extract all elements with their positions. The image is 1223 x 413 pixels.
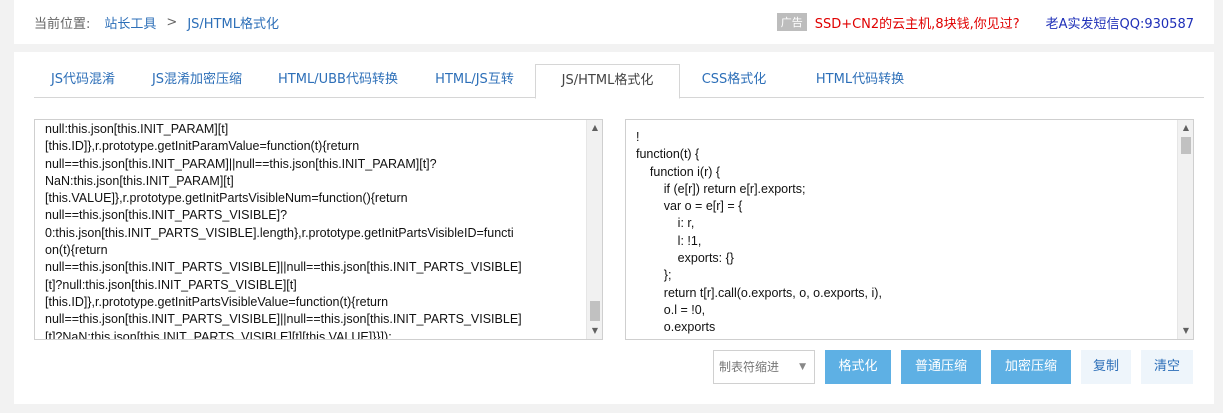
tab-js-html-format[interactable]: JS/HTML格式化	[535, 64, 680, 99]
code-line: o.l = !0,	[636, 302, 706, 317]
scroll-down-arrow-icon[interactable]: ▼	[1178, 323, 1193, 339]
code-line: null==this.json[this.INIT_PARAM]||null==…	[45, 156, 437, 171]
code-line: function(t) {	[636, 147, 700, 162]
ad-badge: 广告	[776, 13, 807, 31]
breadcrumb-label: 当前位置:	[34, 16, 91, 32]
format-button[interactable]: 格式化	[825, 350, 891, 384]
code-line: exports: {}	[636, 251, 734, 266]
code-line: 0:this.json[this.INIT_PARTS_VISIBLE].len…	[45, 225, 514, 240]
breadcrumb-home-link[interactable]: 站长工具	[104, 13, 156, 32]
code-line: !	[636, 130, 640, 144]
code-line: [this.ID]},r.prototype.getInitParamValue…	[45, 139, 360, 154]
qq-contact-link[interactable]: 老A实发短信QQ:930587	[1046, 13, 1194, 32]
code-line: }	[636, 337, 1175, 339]
code-line: null:this.json[this.INIT_PARAM][t]	[45, 122, 229, 136]
input-code-editor[interactable]: null:this.json[this.INIT_PARAM][t] [this.…	[34, 119, 603, 340]
ad-link[interactable]: SSD+CN2的云主机,8块钱,你见过?	[815, 13, 1020, 32]
output-code-editor[interactable]: ! function(t) { function i(r) { if (e[r])…	[625, 119, 1194, 340]
input-scrollbar[interactable]: ▲ ▼	[586, 120, 602, 339]
code-line: [this.ID]},r.prototype.getInitPartsVisib…	[45, 294, 389, 309]
code-line: function i(r) {	[636, 164, 721, 179]
code-line: };	[636, 268, 672, 283]
code-line: null==this.json[this.INIT_PARTS_VISIBLE]…	[45, 260, 522, 275]
scroll-up-arrow-icon[interactable]: ▲	[587, 120, 602, 136]
clear-button[interactable]: 清空	[1141, 350, 1193, 384]
tool-panel: JS代码混淆 JS混淆加密压缩 HTML/UBB代码转换 HTML/JS互转 J…	[14, 52, 1214, 404]
input-scroll-thumb[interactable]	[590, 301, 600, 321]
ad-area: 广告 SSD+CN2的云主机,8块钱,你见过? 老A实发短信QQ:930587	[776, 0, 1194, 44]
code-line: NaN:this.json[this.INIT_PARAM][t]	[45, 173, 234, 188]
indent-style-value: 制表符缩进	[719, 360, 780, 374]
code-line: null==this.json[this.INIT_PARTS_VISIBLE]…	[45, 312, 522, 327]
code-line: var o = e[r] = {	[636, 199, 743, 214]
code-line: [t]?NaN:this.json[this.INIT_PARTS_VISIBL…	[45, 329, 392, 340]
code-line: return t[r].call(o.exports, o, o.exports…	[636, 285, 882, 300]
input-code-text[interactable]: null:this.json[this.INIT_PARAM][t] [this.…	[45, 121, 584, 340]
tab-js-obfuscate[interactable]: JS代码混淆	[34, 64, 132, 98]
code-line: null==this.json[this.INIT_PARTS_VISIBLE]…	[45, 208, 288, 223]
indent-style-select[interactable]: 制表符缩进 ▼	[713, 350, 815, 384]
code-line: if (e[r]) return e[r].exports;	[636, 181, 806, 196]
scroll-down-arrow-icon[interactable]: ▼	[587, 323, 602, 339]
tab-html-ubb-convert[interactable]: HTML/UBB代码转换	[262, 64, 414, 98]
code-line: i: r,	[636, 216, 695, 231]
code-line: [t]?null:this.json[this.INIT_PARTS_VISIB…	[45, 277, 297, 292]
scroll-up-arrow-icon[interactable]: ▲	[1178, 120, 1193, 136]
breadcrumb-bar: 当前位置: 站长工具 > JS/HTML格式化 广告 SSD+CN2的云主机,8…	[14, 0, 1214, 44]
code-line: o.exports	[636, 320, 716, 335]
tab-bar: JS代码混淆 JS混淆加密压缩 HTML/UBB代码转换 HTML/JS互转 J…	[34, 64, 1204, 99]
breadcrumb-separator: >	[166, 14, 178, 30]
tab-js-encrypt-compress[interactable]: JS混淆加密压缩	[132, 64, 262, 98]
encrypt-compress-button[interactable]: 加密压缩	[991, 350, 1071, 384]
breadcrumb-current-link[interactable]: JS/HTML格式化	[187, 13, 279, 32]
chevron-down-icon: ▼	[799, 362, 806, 372]
copy-button[interactable]: 复制	[1081, 350, 1131, 384]
tab-html-js-convert[interactable]: HTML/JS互转	[414, 64, 535, 98]
output-scroll-thumb[interactable]	[1181, 137, 1191, 154]
tab-html-code-convert[interactable]: HTML代码转换	[788, 64, 932, 98]
code-line: l: !1,	[636, 233, 702, 248]
code-line: [this.VALUE]},r.prototype.getInitPartsVi…	[45, 191, 408, 206]
code-line: on(t){return	[45, 243, 108, 258]
page: 当前位置: 站长工具 > JS/HTML格式化 广告 SSD+CN2的云主机,8…	[0, 0, 1223, 413]
tab-css-format[interactable]: CSS格式化	[680, 64, 788, 98]
output-code-text[interactable]: ! function(t) { function i(r) { if (e[r])…	[636, 129, 1175, 339]
normal-compress-button[interactable]: 普通压缩	[901, 350, 981, 384]
output-scrollbar[interactable]: ▲ ▼	[1177, 120, 1193, 339]
